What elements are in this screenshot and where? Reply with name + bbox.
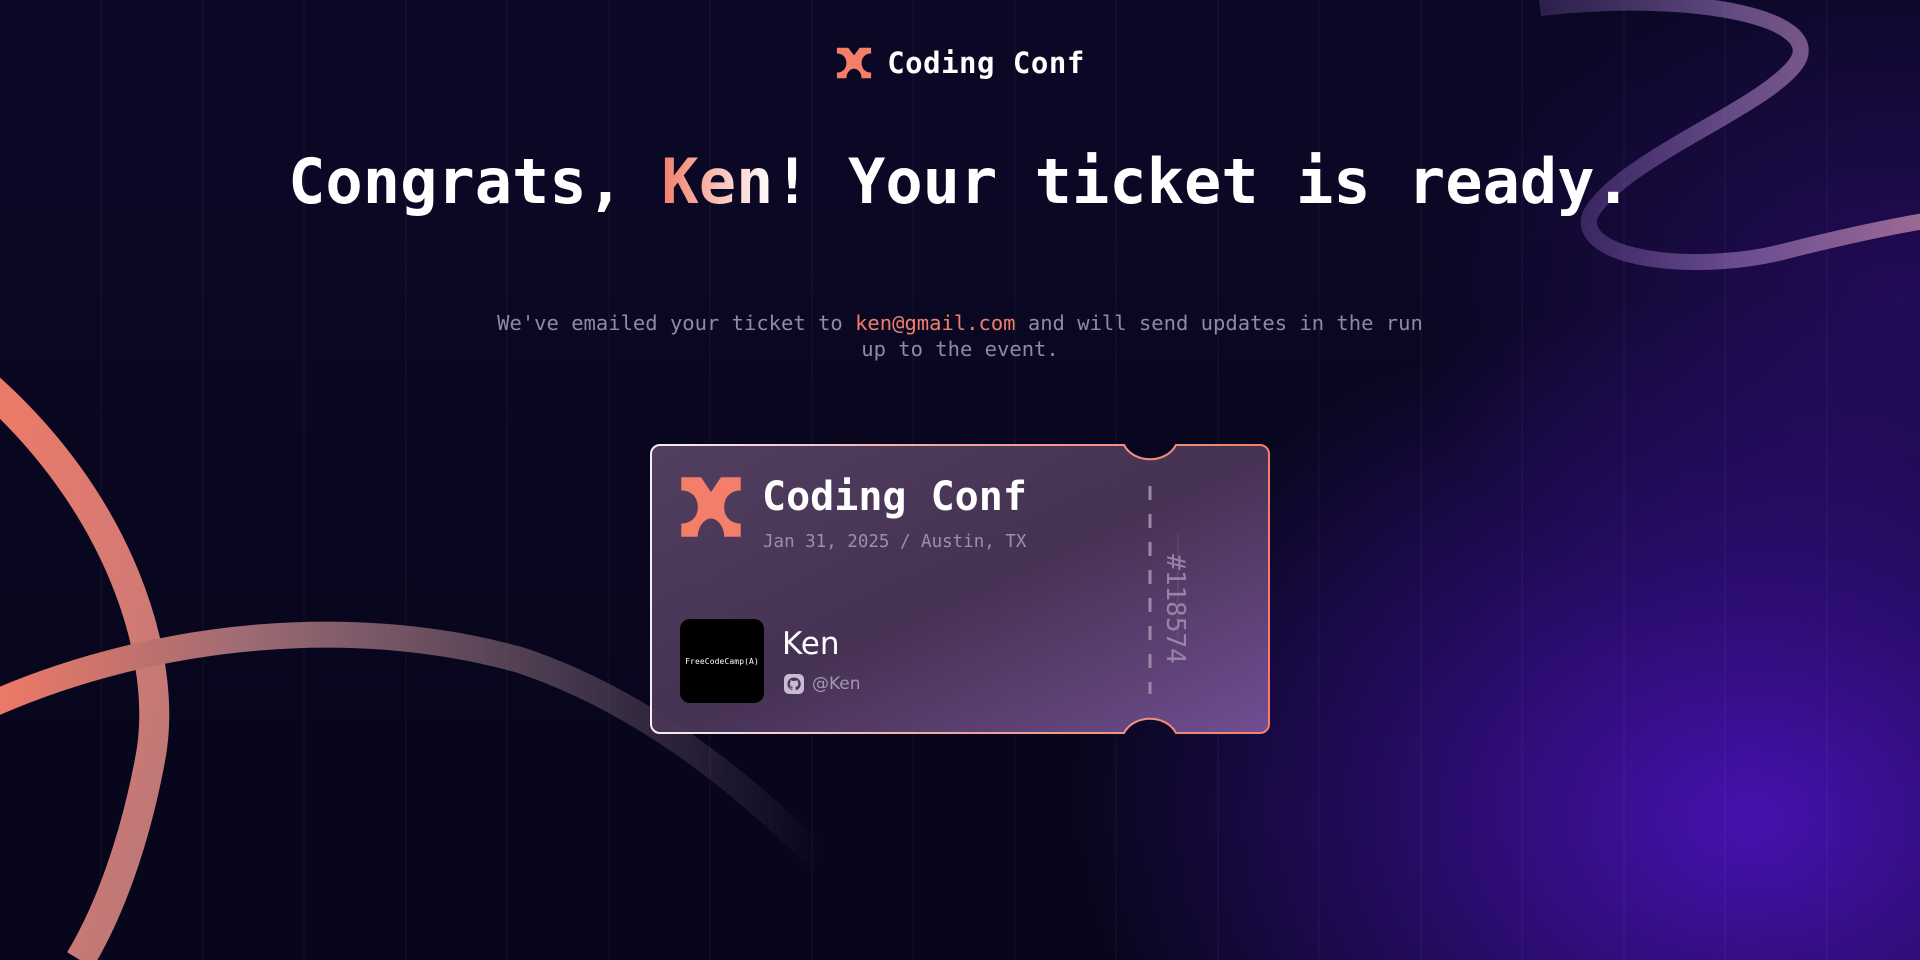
- github-handle-row: @Ken: [784, 674, 861, 694]
- confirmation-message: We've emailed your ticket to ken@gmail.c…: [480, 310, 1440, 362]
- ticket-brand: Coding Conf: [762, 474, 1027, 520]
- title-prefix: Congrats,: [288, 145, 662, 218]
- github-icon: [784, 674, 804, 694]
- ticket-logo-icon: [681, 477, 741, 537]
- avatar-text: FreeCodeCamp(A): [685, 656, 759, 666]
- header-brand: Coding Conf: [887, 46, 1085, 80]
- title-suffix: ! Your ticket is ready.: [773, 145, 1632, 218]
- ticket-number: #118574: [1160, 554, 1190, 664]
- subtitle-prefix: We've emailed your ticket to: [497, 311, 856, 335]
- title-name: Ken: [661, 145, 774, 218]
- ticket-card: Coding Conf Jan 31, 2025 / Austin, TX Fr…: [650, 444, 1270, 734]
- site-header: Coding Conf: [0, 44, 1920, 82]
- attendee-name: Ken: [782, 626, 840, 662]
- page-title: Congrats, Ken! Your ticket is ready.: [0, 144, 1920, 220]
- coding-conf-logo-icon: [837, 47, 872, 79]
- email-address: ken@gmail.com: [855, 311, 1016, 335]
- github-handle: @Ken: [812, 674, 861, 694]
- ticket-date-location: Jan 31, 2025 / Austin, TX: [763, 532, 1027, 552]
- avatar: FreeCodeCamp(A): [680, 619, 764, 703]
